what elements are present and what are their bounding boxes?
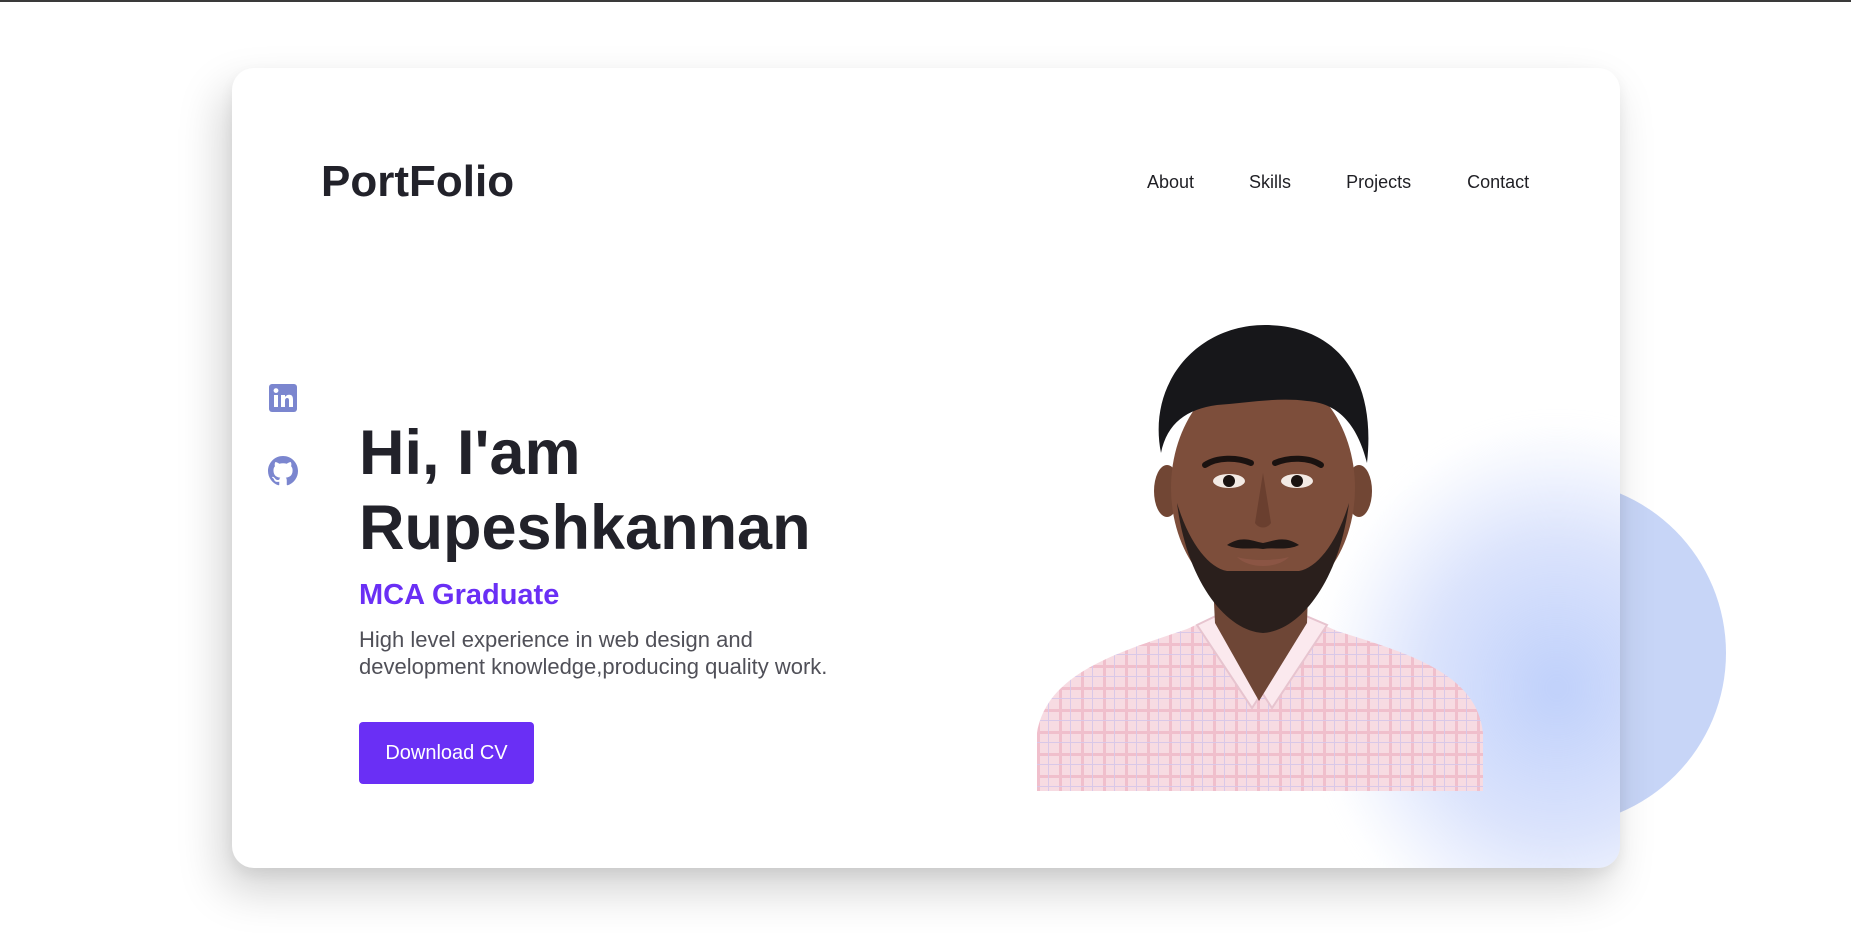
github-icon[interactable]: [268, 456, 298, 486]
main-nav: About Skills Projects Contact: [1147, 173, 1529, 191]
profile-photo: [1037, 325, 1483, 791]
top-border: [0, 0, 1851, 2]
download-cv-button[interactable]: Download CV: [359, 722, 534, 784]
nav-skills[interactable]: Skills: [1249, 173, 1291, 191]
hero-heading-line1: Hi, I'am: [359, 418, 581, 488]
nav-projects[interactable]: Projects: [1346, 173, 1411, 191]
nav-about[interactable]: About: [1147, 173, 1194, 191]
hero-subtitle: MCA Graduate: [359, 579, 560, 611]
hero-card: PortFolio About Skills Projects Contact …: [232, 68, 1620, 868]
nav-contact[interactable]: Contact: [1467, 173, 1529, 191]
hero-heading-line2: Rupeshkannan: [359, 493, 811, 563]
linkedin-icon[interactable]: [268, 383, 298, 413]
hero-description-line1: High level experience in web design and: [359, 627, 753, 652]
hero-description-line2: development knowledge,producing quality …: [359, 654, 828, 679]
hero-description: High level experience in web design and …: [359, 626, 879, 680]
hero-heading: Hi, I'am Rupeshkannan: [359, 416, 811, 566]
site-logo[interactable]: PortFolio: [321, 160, 514, 204]
